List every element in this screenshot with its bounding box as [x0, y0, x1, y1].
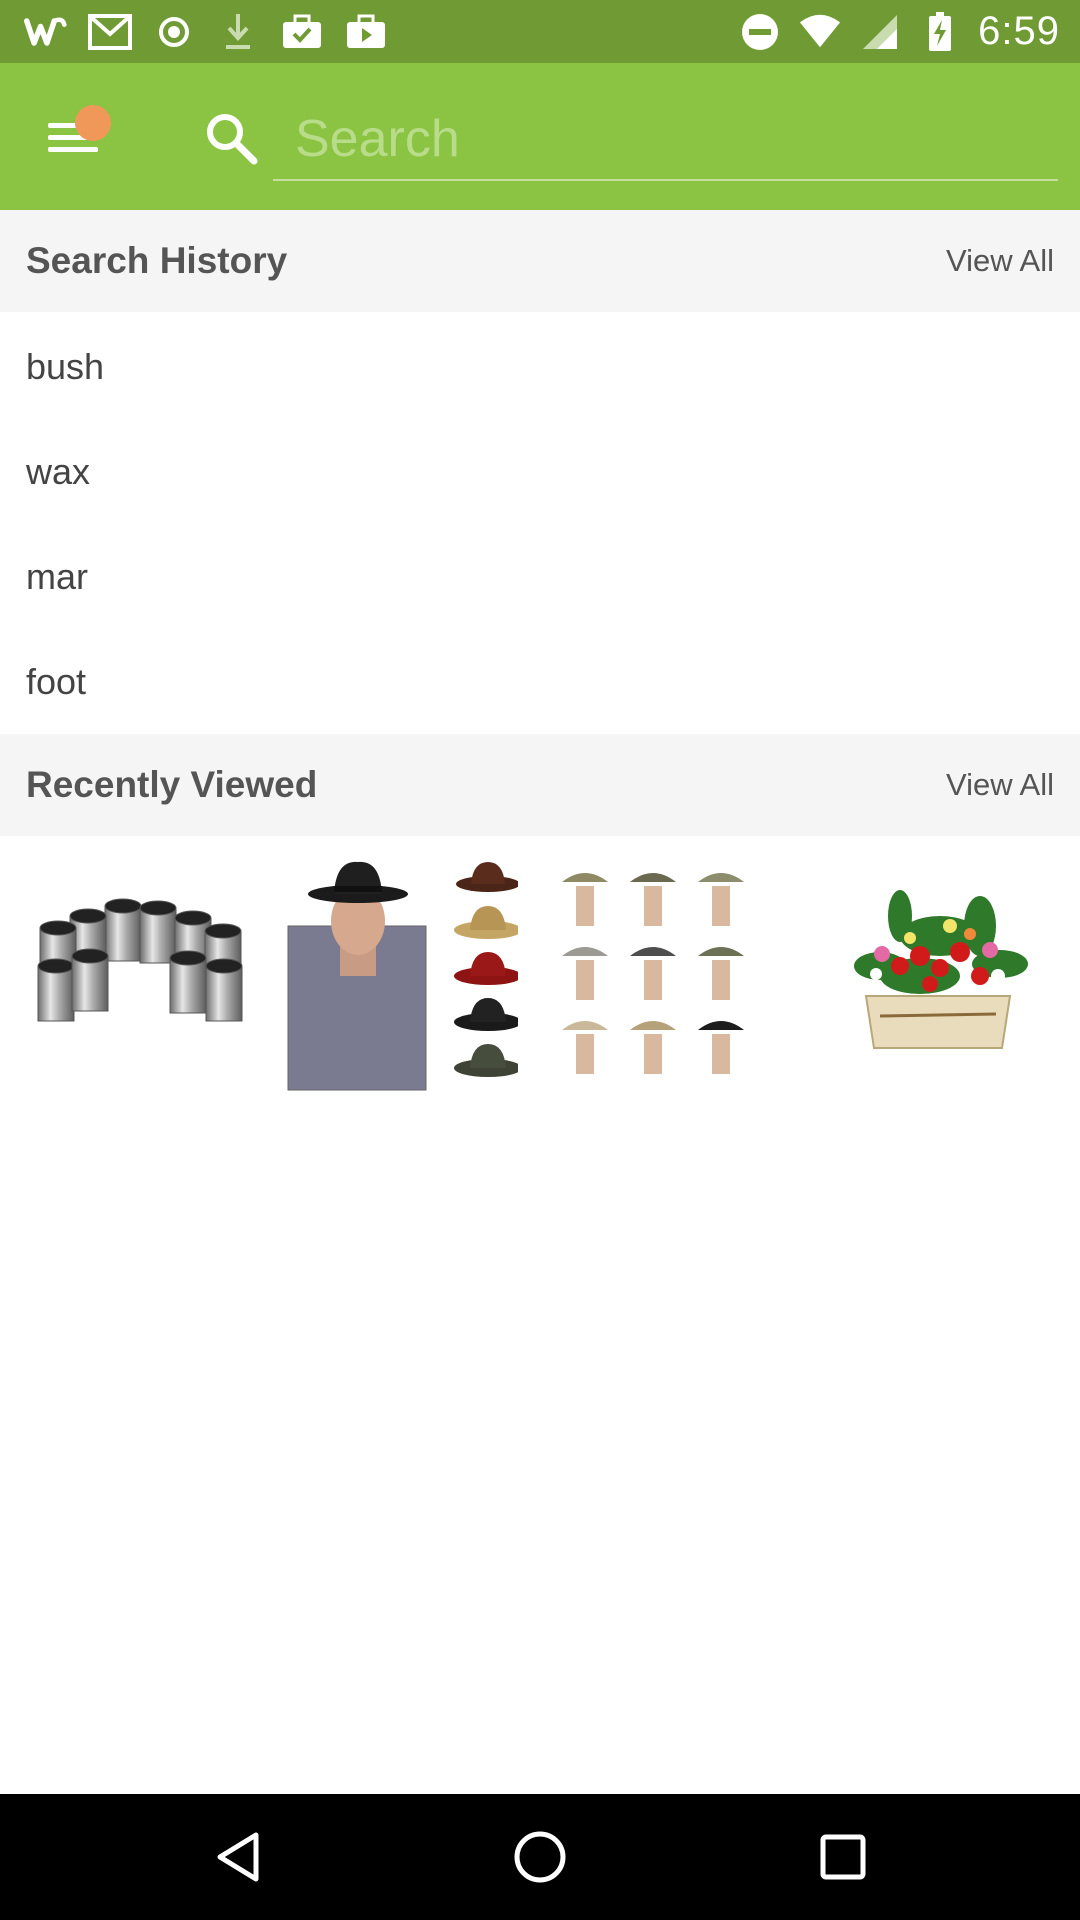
- history-item[interactable]: wax: [0, 419, 1080, 524]
- notification-dot: [75, 105, 111, 141]
- download-icon: [216, 10, 260, 54]
- recently-viewed-header: Recently Viewed View All: [0, 734, 1080, 836]
- linear-bearings-image[interactable]: [20, 856, 270, 1096]
- history-item[interactable]: foot: [0, 629, 1080, 734]
- search-icon[interactable]: [202, 109, 260, 167]
- history-item-label: foot: [26, 661, 87, 702]
- recently-viewed-view-all-button[interactable]: View All: [946, 734, 1054, 836]
- search-history-view-all-button[interactable]: View All: [946, 210, 1054, 312]
- menu-icon-line: [48, 147, 98, 152]
- status-time: 6:59: [978, 9, 1060, 53]
- gmail-icon: [88, 10, 132, 54]
- recently-viewed-title: Recently Viewed: [26, 764, 318, 805]
- navigation-bar: [0, 1794, 1080, 1920]
- recents-icon[interactable]: [808, 1822, 878, 1892]
- search-history-header: Search History View All: [0, 210, 1080, 312]
- history-item-label: mar: [26, 556, 88, 597]
- bucket-hats-image[interactable]: [548, 856, 798, 1096]
- history-item-label: wax: [26, 451, 91, 492]
- do-not-disturb-icon: [738, 10, 782, 54]
- flower-planter-image[interactable]: [810, 856, 1060, 1096]
- menu-button[interactable]: [38, 103, 111, 173]
- home-icon[interactable]: [505, 1822, 575, 1892]
- cell-signal-icon: [858, 10, 902, 54]
- wish-logo-icon: [24, 10, 68, 54]
- back-icon[interactable]: [203, 1822, 273, 1892]
- fedora-hats-image[interactable]: [268, 856, 522, 1096]
- history-item[interactable]: bush: [0, 314, 1080, 419]
- briefcase-check-icon: [280, 10, 324, 54]
- battery-charging-icon: [918, 10, 962, 54]
- briefcase-play-icon: [344, 10, 388, 54]
- wifi-icon: [798, 10, 842, 54]
- history-item-label: bush: [26, 346, 105, 387]
- app-bar: [0, 63, 1080, 210]
- recently-viewed-strip: [0, 836, 1080, 1106]
- search-input[interactable]: [273, 99, 1058, 181]
- history-item[interactable]: mar: [0, 524, 1080, 629]
- search-history-title: Search History: [26, 240, 288, 281]
- record-icon: [152, 10, 196, 54]
- status-bar: 6:59: [0, 0, 1080, 63]
